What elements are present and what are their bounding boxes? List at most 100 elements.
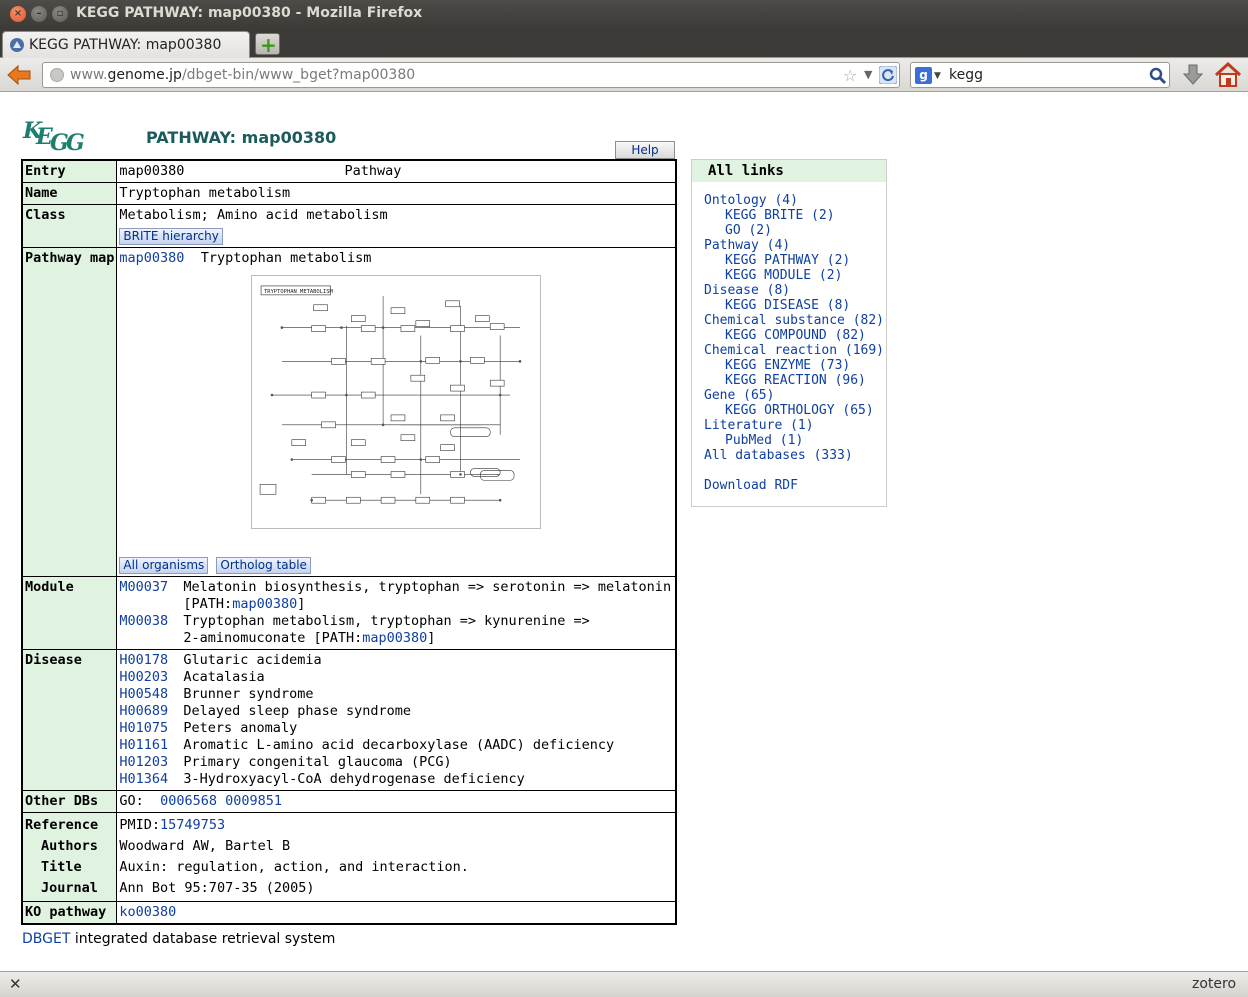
module-item: M00038 Tryptophan metabolism, tryptophan… (119, 613, 590, 647)
url-text[interactable]: www.genome.jp/dbget-bin/www_bget?map0038… (70, 67, 415, 83)
window-titlebar: × – ▫ KEGG PATHWAY: map00380 - Mozilla F… (0, 0, 1248, 28)
google-search-engine-icon[interactable]: g (915, 67, 932, 84)
tab-label: KEGG PATHWAY: map00380 (29, 37, 222, 53)
module-path-link[interactable]: map00380 (362, 630, 427, 646)
entry-row: Entry map00380 Pathway (21, 159, 677, 183)
go-link[interactable]: 0006568 (160, 793, 217, 809)
close-addon-bar-icon[interactable]: ✕ (9, 975, 22, 993)
back-arrow-icon[interactable] (6, 64, 32, 86)
reference-label: Reference (25, 817, 99, 833)
entry-type: Pathway (344, 163, 402, 179)
all-links-item[interactable]: All databases (333) (704, 448, 886, 463)
all-links-item[interactable]: Disease (8) (704, 283, 886, 298)
all-links-item[interactable]: KEGG REACTION (96) (704, 373, 886, 388)
class-row: Class Metabolism; Amino acid metabolism … (21, 204, 677, 248)
journal-value: Ann Bot 95:707-35 (2005) (119, 880, 315, 896)
module-link-m00038[interactable]: M00038 (119, 613, 183, 647)
disease-link[interactable]: H00203 (119, 669, 183, 686)
disease-link[interactable]: H00689 (119, 703, 183, 720)
svg-text:G: G (66, 130, 85, 156)
search-icon[interactable] (1149, 67, 1167, 85)
ko-pathway-label: KO pathway (21, 901, 118, 925)
tab-kegg-pathway[interactable]: KEGG PATHWAY: map00380 (2, 31, 250, 58)
all-links-item[interactable]: Literature (1) (704, 418, 886, 433)
module-link-m00037[interactable]: M00037 (119, 579, 183, 613)
window-close-icon[interactable]: × (10, 6, 26, 22)
all-links-panel: All links Ontology (4) KEGG BRITE (2) GO (… (691, 159, 887, 507)
all-links-item[interactable]: KEGG MODULE (2) (704, 268, 886, 283)
module-path-link[interactable]: map00380 (232, 596, 297, 612)
all-links-item[interactable]: Gene (65) (704, 388, 886, 403)
pathway-map-link[interactable]: map00380 (119, 250, 184, 266)
all-links-item[interactable]: Chemical reaction (169) (704, 343, 886, 358)
new-tab-button[interactable]: + (255, 33, 280, 57)
pmid-link[interactable]: 15749753 (160, 817, 225, 833)
brite-hierarchy-button[interactable]: BRITE hierarchy (119, 228, 223, 245)
reload-icon[interactable] (879, 66, 897, 84)
pathway-map-image[interactable]: TRYPTOPHAN METABOLISM (251, 275, 542, 529)
all-links-item[interactable]: KEGG BRITE (2) (704, 208, 886, 223)
all-links-item[interactable]: GO (2) (704, 223, 886, 238)
disease-link[interactable]: H00548 (119, 686, 183, 703)
other-dbs-label: Other DBs (21, 790, 118, 813)
bookmark-star-icon[interactable]: ☆ (843, 66, 857, 85)
pathway-map-name: Tryptophan metabolism (200, 250, 372, 266)
name-row: Name Tryptophan metabolism (21, 182, 677, 205)
all-links-list: Ontology (4) KEGG BRITE (2) GO (2) Pathway … (692, 182, 886, 493)
disease-item: H00178 Glutaric acidemia (119, 652, 322, 669)
help-button[interactable]: Help (615, 141, 675, 159)
downloads-arrow-icon[interactable] (1182, 63, 1204, 87)
disease-item: H01075 Peters anomaly (119, 720, 298, 737)
all-organisms-button[interactable]: All organisms (119, 557, 209, 574)
all-links-item[interactable]: Pathway (4) (704, 238, 886, 253)
disease-link[interactable]: H00178 (119, 652, 183, 669)
authors-label: Authors (41, 838, 98, 854)
title-label: Title (41, 859, 82, 875)
disease-item: H01203 Primary congenital glaucoma (PCG) (119, 754, 452, 771)
all-links-item[interactable]: Chemical substance (82) (704, 313, 886, 328)
disease-item: H01364 3-Hydroxyacyl-CoA dehydrogenase de… (119, 771, 525, 788)
all-links-item[interactable]: Ontology (4) (704, 193, 886, 208)
dbget-link[interactable]: DBGET (22, 931, 70, 947)
go-link[interactable]: 0009851 (225, 793, 282, 809)
url-history-dropdown-icon[interactable]: ▼ (864, 68, 872, 81)
page-title: PATHWAY: map00380 (146, 128, 337, 147)
disease-item: H00548 Brunner syndrome (119, 686, 314, 703)
zotero-button[interactable]: zotero (1192, 976, 1236, 992)
home-icon[interactable] (1214, 62, 1242, 88)
title-value: Auxin: regulation, action, and interacti… (119, 859, 469, 875)
search-input[interactable]: kegg (949, 67, 983, 83)
disease-link[interactable]: H01075 (119, 720, 183, 737)
all-links-item[interactable]: KEGG COMPOUND (82) (704, 328, 886, 343)
disease-link[interactable]: H01203 (119, 754, 183, 771)
all-links-item[interactable]: KEGG PATHWAY (2) (704, 253, 886, 268)
window-maximize-icon[interactable]: ▫ (52, 6, 68, 22)
all-links-item[interactable]: PubMed (1) (704, 433, 886, 448)
search-bar[interactable]: g ▼ kegg (910, 62, 1170, 88)
entry-label: Entry (21, 159, 118, 183)
status-bar: ✕ zotero (0, 971, 1248, 997)
all-links-item[interactable]: KEGG ORTHOLOGY (65) (704, 403, 886, 418)
class-value: Metabolism; Amino acid metabolism (119, 207, 388, 223)
entry-id: map00380 (119, 163, 185, 179)
url-bar[interactable]: www.genome.jp/dbget-bin/www_bget?map0038… (42, 62, 900, 88)
name-label: Name (21, 182, 118, 205)
disease-link[interactable]: H01161 (119, 737, 183, 754)
search-engine-dropdown-icon[interactable]: ▼ (934, 71, 941, 81)
site-identity-icon[interactable] (50, 68, 64, 82)
window-minimize-icon[interactable]: – (31, 6, 47, 22)
download-rdf-link[interactable]: Download RDF (704, 478, 886, 493)
journal-label: Journal (41, 880, 98, 896)
window-title: KEGG PATHWAY: map00380 - Mozilla Firefox (76, 5, 423, 21)
disease-item: H01161 Aromatic L-amino acid decarboxylas… (119, 737, 615, 754)
ortholog-table-button[interactable]: Ortholog table (216, 557, 311, 574)
entry-table: Entry map00380 Pathway Name Tryptophan me… (21, 159, 677, 925)
ko-pathway-link[interactable]: ko00380 (119, 904, 176, 920)
all-links-item[interactable]: KEGG DISEASE (8) (704, 298, 886, 313)
all-links-item[interactable]: KEGG ENZYME (73) (704, 358, 886, 373)
ko-pathway-row: KO pathway ko00380 (21, 901, 677, 925)
kegg-logo[interactable]: K E G G (22, 116, 86, 156)
disease-link[interactable]: H01364 (119, 771, 183, 788)
class-label: Class (21, 204, 118, 248)
